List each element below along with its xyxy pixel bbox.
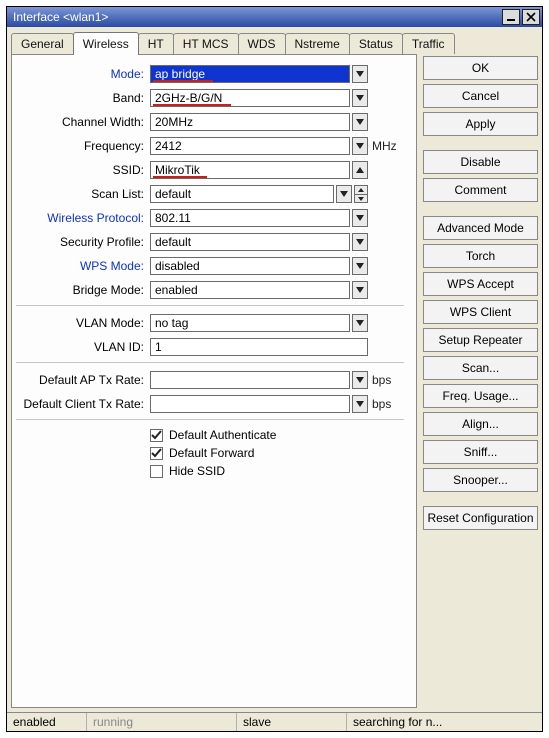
frequency-dropdown-button[interactable] xyxy=(352,137,368,155)
scan-list-dropdown-button[interactable] xyxy=(336,185,352,203)
cancel-button[interactable]: Cancel xyxy=(423,84,538,108)
band-label: Band: xyxy=(16,91,150,105)
divider xyxy=(16,419,404,420)
comment-button[interactable]: Comment xyxy=(423,178,538,202)
statusbar: enabled running slave searching for n... xyxy=(7,712,542,731)
band-dropdown-button[interactable] xyxy=(352,89,368,107)
ok-button[interactable]: OK xyxy=(423,56,538,80)
reset-configuration-button[interactable]: Reset Configuration xyxy=(423,506,538,530)
default-client-tx-rate-unit: bps xyxy=(368,397,404,411)
scan-list-stepper[interactable] xyxy=(354,185,368,203)
frequency-label: Frequency: xyxy=(16,139,150,153)
default-authenticate-checkbox[interactable] xyxy=(150,429,163,442)
divider xyxy=(16,305,404,306)
wps-accept-button[interactable]: WPS Accept xyxy=(423,272,538,296)
default-ap-tx-rate-unit: bps xyxy=(368,373,404,387)
tab-ht[interactable]: HT xyxy=(138,33,174,54)
channel-width-dropdown-button[interactable] xyxy=(352,113,368,131)
hide-ssid-label: Hide SSID xyxy=(169,464,225,478)
frequency-input[interactable]: 2412 xyxy=(150,137,350,155)
tab-traffic[interactable]: Traffic xyxy=(402,33,455,54)
default-forward-label: Default Forward xyxy=(169,446,254,460)
default-ap-tx-rate-input[interactable] xyxy=(150,371,350,389)
security-profile-dropdown-button[interactable] xyxy=(352,233,368,251)
minimize-button[interactable] xyxy=(502,9,520,25)
hide-ssid-checkbox[interactable] xyxy=(150,465,163,478)
default-client-tx-rate-label: Default Client Tx Rate: xyxy=(16,397,150,411)
bridge-mode-dropdown-button[interactable] xyxy=(352,281,368,299)
close-button[interactable] xyxy=(522,9,540,25)
vlan-id-label: VLAN ID: xyxy=(16,340,150,354)
snooper-button[interactable]: Snooper... xyxy=(423,468,538,492)
torch-button[interactable]: Torch xyxy=(423,244,538,268)
vlan-id-input[interactable]: 1 xyxy=(150,338,368,356)
sniff-button[interactable]: Sniff... xyxy=(423,440,538,464)
tabs-row: General Wireless HT HT MCS WDS Nstreme S… xyxy=(7,27,542,54)
wps-client-button[interactable]: WPS Client xyxy=(423,300,538,324)
wireless-protocol-label: Wireless Protocol: xyxy=(16,211,150,225)
bridge-mode-input[interactable]: enabled xyxy=(150,281,350,299)
wps-mode-dropdown-button[interactable] xyxy=(352,257,368,275)
vlan-mode-label: VLAN Mode: xyxy=(16,316,150,330)
divider xyxy=(16,362,404,363)
wireless-protocol-input[interactable]: 802.11 xyxy=(150,209,350,227)
status-slave: slave xyxy=(237,713,347,731)
default-ap-tx-rate-label: Default AP Tx Rate: xyxy=(16,373,150,387)
bridge-mode-label: Bridge Mode: xyxy=(16,283,150,297)
scan-list-input[interactable]: default xyxy=(150,185,334,203)
default-ap-tx-rate-toggle[interactable] xyxy=(352,371,368,389)
mode-label: Mode: xyxy=(16,67,150,81)
channel-width-input[interactable]: 20MHz xyxy=(150,113,350,131)
ssid-label: SSID: xyxy=(16,163,150,177)
status-searching: searching for n... xyxy=(347,713,542,731)
vlan-mode-input[interactable]: no tag xyxy=(150,314,350,332)
channel-width-label: Channel Width: xyxy=(16,115,150,129)
default-forward-checkbox[interactable] xyxy=(150,447,163,460)
status-running: running xyxy=(87,713,237,731)
wps-mode-input[interactable]: disabled xyxy=(150,257,350,275)
button-column: OK Cancel Apply Disable Comment Advanced… xyxy=(423,54,538,708)
titlebar: Interface <wlan1> xyxy=(7,7,542,27)
default-client-tx-rate-input[interactable] xyxy=(150,395,350,413)
scan-list-label: Scan List: xyxy=(16,187,150,201)
tab-wireless[interactable]: Wireless xyxy=(73,32,139,55)
wps-mode-label: WPS Mode: xyxy=(16,259,150,273)
default-client-tx-rate-toggle[interactable] xyxy=(352,395,368,413)
wireless-panel: Mode: ap bridge xyxy=(11,54,417,708)
align-button[interactable]: Align... xyxy=(423,412,538,436)
status-enabled: enabled xyxy=(7,713,87,731)
tab-general[interactable]: General xyxy=(11,33,74,54)
frequency-unit: MHz xyxy=(368,139,404,153)
scan-button[interactable]: Scan... xyxy=(423,356,538,380)
window: Interface <wlan1> General Wireless HT HT… xyxy=(6,6,543,732)
advanced-mode-button[interactable]: Advanced Mode xyxy=(423,216,538,240)
security-profile-label: Security Profile: xyxy=(16,235,150,249)
freq-usage-button[interactable]: Freq. Usage... xyxy=(423,384,538,408)
window-title: Interface <wlan1> xyxy=(13,10,500,24)
ssid-toggle-button[interactable] xyxy=(352,161,368,179)
tab-wds[interactable]: WDS xyxy=(238,33,286,54)
security-profile-input[interactable]: default xyxy=(150,233,350,251)
apply-button[interactable]: Apply xyxy=(423,112,538,136)
ssid-input[interactable]: MikroTik xyxy=(150,161,350,179)
setup-repeater-button[interactable]: Setup Repeater xyxy=(423,328,538,352)
band-input[interactable]: 2GHz-B/G/N xyxy=(150,89,350,107)
disable-button[interactable]: Disable xyxy=(423,150,538,174)
tab-nstreme[interactable]: Nstreme xyxy=(285,33,350,54)
tab-status[interactable]: Status xyxy=(349,33,403,54)
vlan-mode-dropdown-button[interactable] xyxy=(352,314,368,332)
mode-input[interactable]: ap bridge xyxy=(150,65,350,83)
default-authenticate-label: Default Authenticate xyxy=(169,428,276,442)
tab-ht-mcs[interactable]: HT MCS xyxy=(173,33,239,54)
wireless-protocol-dropdown-button[interactable] xyxy=(352,209,368,227)
mode-dropdown-button[interactable] xyxy=(352,65,368,83)
